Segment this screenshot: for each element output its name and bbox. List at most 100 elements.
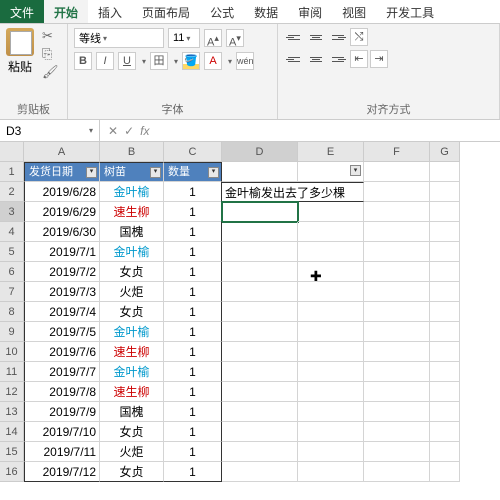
filter-icon[interactable]: ▾ [208, 167, 219, 178]
cell[interactable] [298, 422, 364, 442]
cell[interactable] [364, 202, 430, 222]
cell-tree[interactable]: 女贞 [100, 462, 164, 482]
col-header[interactable]: E [298, 142, 364, 162]
cell-tree[interactable]: 女贞 [100, 302, 164, 322]
cell[interactable] [222, 262, 298, 282]
cell[interactable] [430, 302, 460, 322]
cell-date[interactable]: 2019/7/7 [24, 362, 100, 382]
cut-icon[interactable]: ✂ [42, 28, 59, 44]
col-header[interactable]: C [164, 142, 222, 162]
cell[interactable] [430, 182, 460, 202]
row-header[interactable]: 4 [0, 222, 24, 242]
cell-qty[interactable]: 1 [164, 402, 222, 422]
cell[interactable] [222, 302, 298, 322]
cell[interactable] [430, 222, 460, 242]
paste-button[interactable]: 粘贴 [8, 58, 32, 75]
row-header[interactable]: 8 [0, 302, 24, 322]
tab-view[interactable]: 视图 [332, 0, 376, 23]
name-box[interactable]: D3▾ [0, 120, 100, 141]
cell-date[interactable]: 2019/7/5 [24, 322, 100, 342]
cell[interactable] [222, 362, 298, 382]
cell[interactable] [222, 382, 298, 402]
col-header[interactable]: D [222, 142, 298, 162]
decrease-font-button[interactable]: A▾ [226, 29, 244, 47]
cell-qty[interactable]: 1 [164, 422, 222, 442]
cell-tree[interactable]: 速生柳 [100, 202, 164, 222]
cell-qty[interactable]: 1 [164, 302, 222, 322]
cell-date[interactable]: 2019/7/11 [24, 442, 100, 462]
cell[interactable] [222, 342, 298, 362]
align-bottom-button[interactable] [328, 28, 348, 46]
cell[interactable] [430, 202, 460, 222]
align-left-button[interactable] [284, 50, 304, 68]
cell[interactable] [222, 222, 298, 242]
cell-qty[interactable]: 1 [164, 462, 222, 482]
tab-insert[interactable]: 插入 [88, 0, 132, 23]
tab-formula[interactable]: 公式 [200, 0, 244, 23]
cell[interactable] [364, 442, 430, 462]
cell[interactable] [430, 282, 460, 302]
row-header[interactable]: 13 [0, 402, 24, 422]
filter-icon[interactable]: ▾ [350, 165, 361, 176]
cell[interactable] [298, 382, 364, 402]
cell-date[interactable]: 2019/7/4 [24, 302, 100, 322]
tab-file[interactable]: 文件 [0, 0, 44, 23]
row-header[interactable]: 11 [0, 362, 24, 382]
cell[interactable] [430, 322, 460, 342]
font-name-select[interactable]: 等线▾ [74, 28, 164, 48]
cell[interactable] [364, 402, 430, 422]
row-header[interactable]: 12 [0, 382, 24, 402]
font-color-button[interactable]: A [204, 52, 222, 70]
cell[interactable] [298, 442, 364, 462]
cell[interactable] [364, 162, 430, 182]
cell[interactable] [222, 442, 298, 462]
cell[interactable] [222, 462, 298, 482]
table-header-qty[interactable]: 数量▾ [164, 162, 222, 182]
row-header[interactable]: 15 [0, 442, 24, 462]
table-header-date[interactable]: 发货日期▾ [24, 162, 100, 182]
cell[interactable] [298, 202, 364, 222]
cell-date[interactable]: 2019/6/29 [24, 202, 100, 222]
cell-tree[interactable]: 国槐 [100, 402, 164, 422]
indent-right-button[interactable]: ⇥ [370, 50, 388, 68]
tab-home[interactable]: 开始 [44, 0, 88, 23]
cell[interactable]: ▾ [298, 162, 364, 182]
cell-qty[interactable]: 1 [164, 282, 222, 302]
cell[interactable] [222, 322, 298, 342]
cell-date[interactable]: 2019/6/28 [24, 182, 100, 202]
cell[interactable] [298, 322, 364, 342]
col-header[interactable]: G [430, 142, 460, 162]
cell-qty[interactable]: 1 [164, 362, 222, 382]
row-header[interactable]: 14 [0, 422, 24, 442]
cell-qty[interactable]: 1 [164, 202, 222, 222]
cell[interactable] [222, 242, 298, 262]
row-header[interactable]: 16 [0, 462, 24, 482]
question-cell[interactable]: 金叶榆发出去了多少棵 [222, 182, 364, 202]
fx-icon[interactable]: fx [140, 124, 149, 138]
cell-date[interactable]: 2019/6/30 [24, 222, 100, 242]
cell-tree[interactable]: 金叶榆 [100, 362, 164, 382]
cell-qty[interactable]: 1 [164, 342, 222, 362]
underline-button[interactable]: U [118, 52, 136, 70]
cell[interactable] [298, 462, 364, 482]
cell[interactable] [430, 442, 460, 462]
cell[interactable] [364, 282, 430, 302]
cell-date[interactable]: 2019/7/10 [24, 422, 100, 442]
cell-qty[interactable]: 1 [164, 182, 222, 202]
cell[interactable] [430, 362, 460, 382]
border-button[interactable]: 田 [150, 52, 168, 70]
phonetic-button[interactable]: wén [236, 52, 254, 70]
row-header[interactable]: 5 [0, 242, 24, 262]
cell[interactable] [364, 422, 430, 442]
cell-tree[interactable]: 速生柳 [100, 342, 164, 362]
cell[interactable] [222, 282, 298, 302]
tab-review[interactable]: 审阅 [288, 0, 332, 23]
filter-icon[interactable]: ▾ [150, 167, 161, 178]
cell-qty[interactable]: 1 [164, 442, 222, 462]
cell-tree[interactable]: 女贞 [100, 422, 164, 442]
cell[interactable] [364, 242, 430, 262]
cell[interactable] [298, 222, 364, 242]
align-center-button[interactable] [306, 50, 326, 68]
cell-tree[interactable]: 速生柳 [100, 382, 164, 402]
active-cell[interactable] [222, 202, 298, 222]
